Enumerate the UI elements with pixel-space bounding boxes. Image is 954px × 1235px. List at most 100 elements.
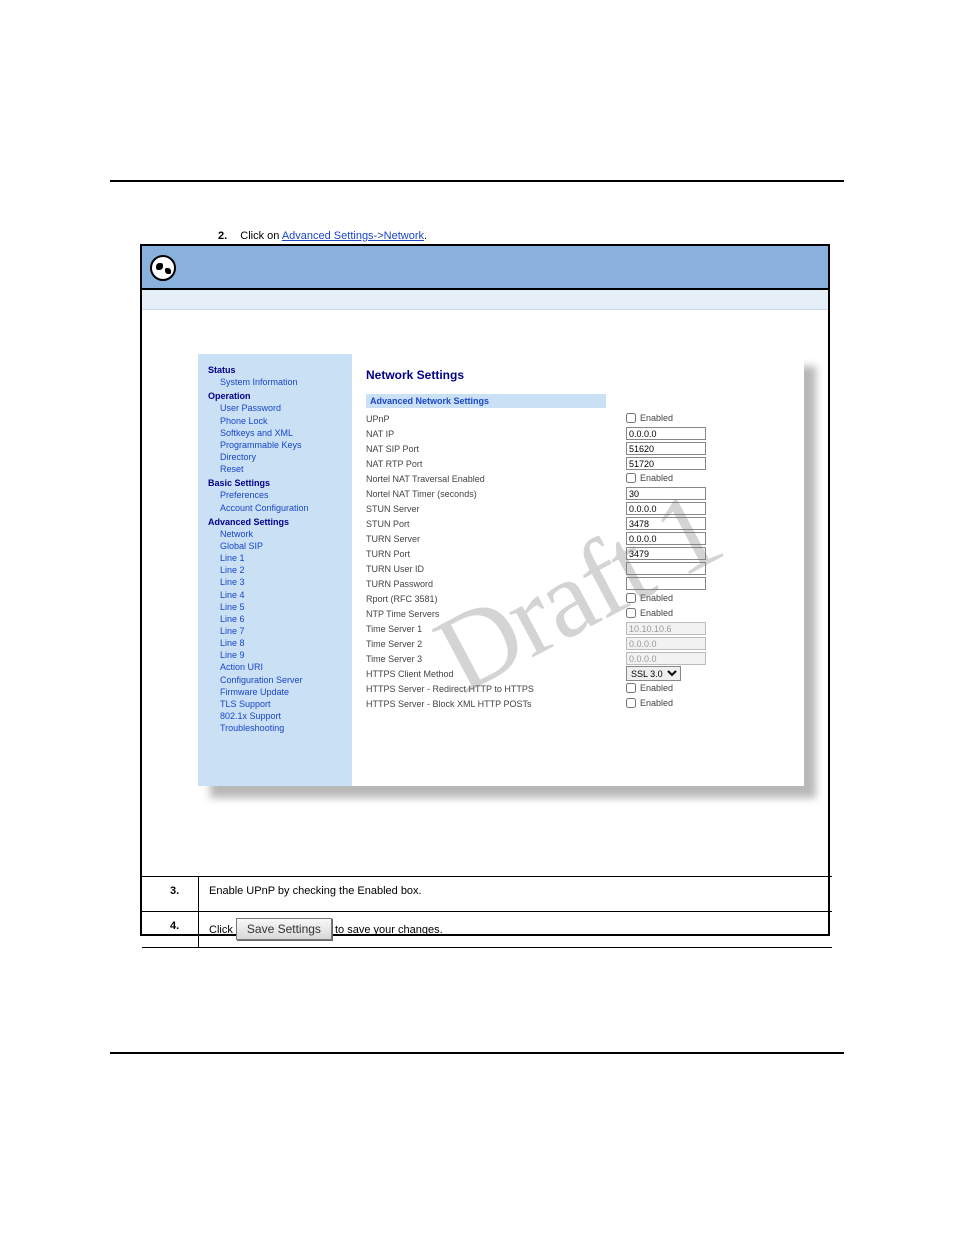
sidebar-item[interactable]: Reset xyxy=(220,463,346,475)
nav-link[interactable]: Advanced Settings->Network xyxy=(282,230,424,242)
sidebar-item[interactable]: Troubleshooting xyxy=(220,722,346,734)
sidebar-category: Operation xyxy=(208,390,346,402)
setting-input xyxy=(626,622,706,635)
step2: 2. Click on Advanced Settings->Network. xyxy=(218,230,427,242)
setting-row: HTTPS Server - Redirect HTTP to HTTPS Ena… xyxy=(366,681,790,696)
checkbox-label: Enabled xyxy=(640,608,673,618)
sidebar-item[interactable]: Network xyxy=(220,528,346,540)
sidebar-item[interactable]: Phone Lock xyxy=(220,415,346,427)
sidebar-item[interactable]: User Password xyxy=(220,402,346,414)
setting-checkbox[interactable]: Enabled xyxy=(626,473,673,483)
setting-checkbox[interactable]: Enabled xyxy=(626,608,673,618)
bottom-rule xyxy=(110,1052,844,1054)
sidebar-item[interactable]: Line 2 xyxy=(220,564,346,576)
setting-row: NTP Time Servers Enabled xyxy=(366,606,790,621)
browser-header xyxy=(142,246,828,290)
setting-checkbox[interactable]: Enabled xyxy=(626,683,673,693)
sidebar-item[interactable]: Account Configuration xyxy=(220,502,346,514)
setting-label: UPnP xyxy=(366,414,626,424)
setting-row: Time Server 2 xyxy=(366,636,790,651)
save-button[interactable]: Save Settings xyxy=(236,918,332,940)
setting-input[interactable] xyxy=(626,487,706,500)
setting-label: Nortel NAT Timer (seconds) xyxy=(366,489,626,499)
setting-label: HTTPS Client Method xyxy=(366,669,626,679)
setting-label: HTTPS Server - Redirect HTTP to HTTPS xyxy=(366,684,626,694)
setting-row: Rport (RFC 3581) Enabled xyxy=(366,591,790,606)
step2-prefix: Click on xyxy=(240,230,282,242)
setting-input[interactable] xyxy=(626,517,706,530)
step-row: 3. Enable UPnP by checking the Enabled b… xyxy=(142,876,832,912)
checkbox-label: Enabled xyxy=(640,593,673,603)
setting-label: TURN Port xyxy=(366,549,626,559)
sidebar-item[interactable]: TLS Support xyxy=(220,698,346,710)
setting-label: Nortel NAT Traversal Enabled xyxy=(366,474,626,484)
checkbox-input[interactable] xyxy=(626,413,636,423)
setting-input[interactable] xyxy=(626,562,706,575)
setting-row: STUN Server xyxy=(366,501,790,516)
setting-checkbox[interactable]: Enabled xyxy=(626,698,673,708)
sidebar-item[interactable]: Global SIP xyxy=(220,540,346,552)
settings-rows: UPnPEnabledNAT IPNAT SIP PortNAT RTP Por… xyxy=(366,411,790,711)
setting-row: NAT SIP Port xyxy=(366,441,790,456)
setting-row: STUN Port xyxy=(366,516,790,531)
setting-row: TURN User ID xyxy=(366,561,790,576)
sidebar-item[interactable]: Line 5 xyxy=(220,601,346,613)
top-rule xyxy=(110,180,844,182)
step3a-num: 3. xyxy=(142,877,198,911)
sidebar-item[interactable]: Line 6 xyxy=(220,613,346,625)
sidebar-item[interactable]: Preferences xyxy=(220,489,346,501)
setting-input[interactable] xyxy=(626,427,706,440)
setting-row: HTTPS Client MethodSSL 3.0 xyxy=(366,666,790,681)
setting-checkbox[interactable]: Enabled xyxy=(626,593,673,603)
setting-row: NAT RTP Port xyxy=(366,456,790,471)
setting-label: TURN Password xyxy=(366,579,626,589)
sidebar-item[interactable]: Line 1 xyxy=(220,552,346,564)
sidebar-item[interactable]: 802.1x Support xyxy=(220,710,346,722)
sidebar-item[interactable]: Line 7 xyxy=(220,625,346,637)
section-header: Advanced Network Settings xyxy=(366,394,606,408)
sidebar-item[interactable]: Line 3 xyxy=(220,576,346,588)
sidebar-category: Advanced Settings xyxy=(208,516,346,528)
setting-label: NAT SIP Port xyxy=(366,444,626,454)
setting-label: TURN User ID xyxy=(366,564,626,574)
setting-select[interactable]: SSL 3.0 xyxy=(626,666,681,681)
setting-input[interactable] xyxy=(626,442,706,455)
sidebar-item[interactable]: Line 8 xyxy=(220,637,346,649)
checkbox-input[interactable] xyxy=(626,593,636,603)
setting-input xyxy=(626,637,706,650)
setting-label: Rport (RFC 3581) xyxy=(366,594,626,604)
sidebar-item[interactable]: Directory xyxy=(220,451,346,463)
step3b-num: 4. xyxy=(142,912,198,947)
checkbox-label: Enabled xyxy=(640,683,673,693)
checkbox-input[interactable] xyxy=(626,683,636,693)
setting-checkbox[interactable]: Enabled xyxy=(626,413,673,423)
checkbox-input[interactable] xyxy=(626,608,636,618)
browser-panel: StatusSystem InformationOperationUser Pa… xyxy=(140,244,830,936)
sidebar-item[interactable]: Line 4 xyxy=(220,589,346,601)
sidebar-item[interactable]: Programmable Keys xyxy=(220,439,346,451)
setting-label: NTP Time Servers xyxy=(366,609,626,619)
sidebar-item[interactable]: Line 9 xyxy=(220,649,346,661)
sidebar-category: Basic Settings xyxy=(208,477,346,489)
setting-input[interactable] xyxy=(626,457,706,470)
checkbox-label: Enabled xyxy=(640,698,673,708)
setting-row: TURN Password xyxy=(366,576,790,591)
setting-label: NAT IP xyxy=(366,429,626,439)
checkbox-input[interactable] xyxy=(626,698,636,708)
checkbox-input[interactable] xyxy=(626,473,636,483)
sidebar-item[interactable]: System Information xyxy=(220,376,346,388)
setting-input[interactable] xyxy=(626,502,706,515)
setting-row: TURN Port xyxy=(366,546,790,561)
setting-input[interactable] xyxy=(626,532,706,545)
sidebar-item[interactable]: Softkeys and XML xyxy=(220,427,346,439)
sidebar-item[interactable]: Configuration Server xyxy=(220,674,346,686)
sidebar-item[interactable]: Action URI xyxy=(220,661,346,673)
setting-label: Time Server 2 xyxy=(366,639,626,649)
setting-label: Time Server 3 xyxy=(366,654,626,664)
sidebar-item[interactable]: Firmware Update xyxy=(220,686,346,698)
setting-input[interactable] xyxy=(626,547,706,560)
browser-strip xyxy=(142,290,828,310)
step3b-text: Click Save Settings to save your changes… xyxy=(198,912,832,947)
setting-input[interactable] xyxy=(626,577,706,590)
setting-label: HTTPS Server - Block XML HTTP POSTs xyxy=(366,699,626,709)
